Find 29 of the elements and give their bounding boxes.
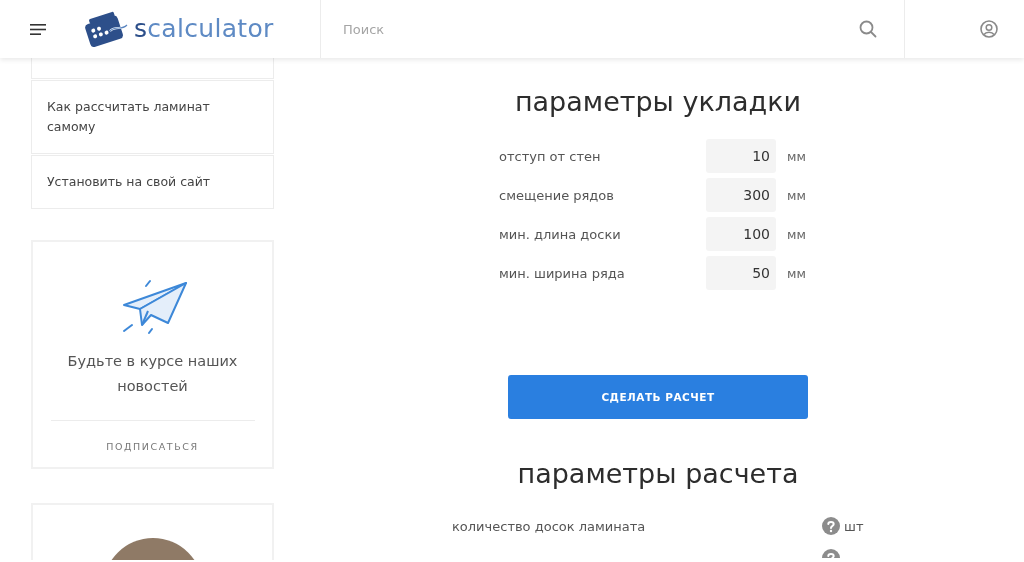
menu-button[interactable] [28, 21, 48, 37]
subscribe-link[interactable]: ПОДПИСАТЬСЯ [106, 440, 199, 454]
sidebar-menu-item[interactable]: Установить на свой сайт [31, 155, 274, 209]
number-field[interactable]: 300 [706, 178, 776, 212]
unit-label: мм [786, 226, 807, 242]
newsletter-text: Будьте в курсе наших новостей [66, 352, 239, 396]
menu-icon [30, 23, 46, 35]
sidebar-menu-item[interactable]: Как рассчитать ламинат самому [31, 80, 274, 154]
number-field[interactable]: 50 [706, 256, 776, 290]
search-icon[interactable] [859, 20, 877, 38]
field-label: мин. ширина ряда [499, 265, 626, 281]
result-label: количество досок ламината [452, 518, 647, 534]
unit-label: мм [786, 187, 807, 203]
logo-text[interactable]: scalculator [134, 14, 274, 44]
unit-label: шт [844, 518, 864, 534]
user-account-icon[interactable] [980, 20, 998, 38]
help-icon[interactable] [822, 517, 840, 535]
help-icon[interactable] [822, 549, 840, 558]
field-label: смещение рядов [499, 187, 615, 203]
section-title: параметры укладки [514, 85, 802, 119]
calculate-button[interactable]: СДЕЛАТЬ РАСЧЕТ [508, 375, 808, 419]
unit-label: мм [786, 265, 807, 281]
section-title: параметры расчета [517, 457, 799, 491]
number-field[interactable]: 100 [706, 217, 776, 251]
unit-label: мм [786, 148, 807, 164]
field-label: мин. длина доски [499, 226, 622, 242]
search-field[interactable]: Поиск [321, 0, 859, 58]
number-field[interactable]: 10 [706, 139, 776, 173]
field-label: отступ от стен [499, 148, 602, 164]
